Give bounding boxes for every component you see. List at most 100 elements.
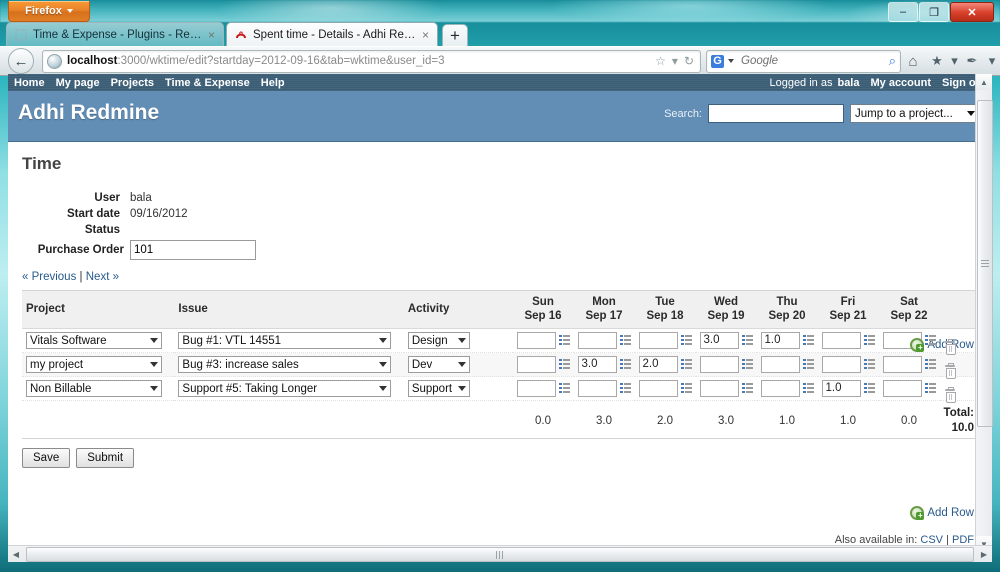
- activity-select[interactable]: Design: [407, 332, 470, 350]
- row-detail-icon[interactable]: [619, 335, 631, 346]
- addons-icon[interactable]: ✒: [960, 53, 984, 69]
- hours-input[interactable]: [516, 356, 556, 374]
- project-select[interactable]: Vitals Software: [26, 332, 162, 350]
- add-row-link-bottom[interactable]: + Add Row: [910, 506, 974, 520]
- hours-input[interactable]: [760, 356, 800, 374]
- project-select[interactable]: my project: [26, 356, 162, 374]
- vertical-scrollbar[interactable]: ▲ ▼: [975, 74, 993, 552]
- hours-input[interactable]: [882, 380, 922, 398]
- search-bar[interactable]: G Google ⌕: [706, 49, 901, 73]
- row-detail-icon[interactable]: [863, 383, 875, 394]
- horizontal-scroll-thumb[interactable]: [26, 547, 974, 562]
- maximize-button[interactable]: ❐: [919, 2, 949, 22]
- hours-input[interactable]: [638, 380, 678, 398]
- top-menu-item-help[interactable]: Help: [261, 77, 285, 89]
- top-menu-item-projects[interactable]: Projects: [111, 77, 154, 89]
- hours-input[interactable]: [516, 380, 556, 398]
- row-detail-icon[interactable]: [619, 383, 631, 394]
- purchase-order-field[interactable]: [130, 240, 256, 260]
- jump-to-project-select[interactable]: Jump to a project...: [850, 104, 980, 123]
- activity-select[interactable]: Support: [407, 380, 470, 398]
- hours-input[interactable]: 3.0: [577, 356, 617, 374]
- top-menu-item-home[interactable]: Home: [14, 77, 45, 89]
- row-detail-icon[interactable]: [619, 359, 631, 370]
- close-button[interactable]: ✕: [950, 2, 994, 22]
- reload-icon[interactable]: ↻: [684, 54, 694, 68]
- chevron-down-icon[interactable]: ▾: [672, 54, 678, 68]
- chevron-down-icon[interactable]: ▾: [949, 53, 960, 69]
- browser-tab-active[interactable]: Spent time - Details - Adhi Redmine ×: [226, 22, 438, 46]
- url-bar[interactable]: localhost:3000/wktime/edit?startday=2012…: [42, 49, 701, 73]
- hours-input[interactable]: 3.0: [699, 332, 739, 350]
- browser-tab-inactive[interactable]: Time & Expense - Plugins - Redmine ×: [6, 22, 224, 46]
- hours-input[interactable]: 1.0: [821, 380, 861, 398]
- back-button[interactable]: ←: [8, 48, 34, 74]
- hours-input[interactable]: [699, 356, 739, 374]
- hours-input[interactable]: [699, 380, 739, 398]
- scroll-left-arrow[interactable]: ◀: [8, 546, 24, 562]
- hours-input[interactable]: 1.0: [760, 332, 800, 350]
- hours-input[interactable]: [577, 332, 617, 350]
- project-select[interactable]: Non Billable: [26, 380, 162, 398]
- new-tab-button[interactable]: +: [442, 24, 468, 47]
- issue-select[interactable]: Bug #3: increase sales: [178, 356, 392, 374]
- row-detail-icon[interactable]: [802, 383, 814, 394]
- minimize-button[interactable]: –: [888, 2, 918, 22]
- scroll-right-arrow[interactable]: ▶: [976, 546, 992, 562]
- row-detail-icon[interactable]: [741, 359, 753, 370]
- search-magnifier-icon[interactable]: ⌕: [889, 53, 896, 69]
- scroll-up-arrow[interactable]: ▲: [976, 74, 992, 90]
- hours-input[interactable]: [821, 356, 861, 374]
- vertical-scroll-track[interactable]: [976, 90, 993, 536]
- bookmarks-icon[interactable]: ★: [925, 53, 949, 69]
- row-detail-icon[interactable]: [924, 359, 936, 370]
- toolbar-overflow-icon[interactable]: ▾: [984, 53, 1000, 69]
- hours-input[interactable]: [760, 380, 800, 398]
- row-detail-icon[interactable]: [680, 383, 692, 394]
- vertical-scroll-thumb[interactable]: [977, 100, 993, 427]
- next-link[interactable]: Next »: [86, 271, 119, 283]
- cell-delete: [939, 352, 978, 379]
- horizontal-scrollbar[interactable]: ◀ ▶: [8, 545, 992, 562]
- firefox-menu-button[interactable]: Firefox: [8, 1, 90, 22]
- row-detail-icon[interactable]: [802, 359, 814, 370]
- form-actions: Save Submit: [22, 447, 978, 468]
- activity-select[interactable]: Dev: [407, 356, 470, 374]
- close-tab-icon[interactable]: ×: [208, 28, 215, 42]
- row-detail-icon[interactable]: [863, 335, 875, 346]
- top-menu-item-my-page[interactable]: My page: [56, 77, 100, 89]
- row-detail-icon[interactable]: [558, 335, 570, 346]
- logged-in-user[interactable]: bala: [837, 77, 859, 89]
- row-detail-icon[interactable]: [680, 335, 692, 346]
- row-detail-icon[interactable]: [558, 359, 570, 370]
- horizontal-scroll-track[interactable]: [24, 546, 976, 562]
- row-detail-icon[interactable]: [741, 383, 753, 394]
- row-detail-icon[interactable]: [802, 335, 814, 346]
- bookmark-star-icon[interactable]: ☆: [655, 54, 666, 68]
- search-input[interactable]: [708, 104, 844, 123]
- hours-input[interactable]: [577, 380, 617, 398]
- hours-input[interactable]: [882, 356, 922, 374]
- home-icon[interactable]: ⌂: [901, 53, 925, 70]
- hours-input[interactable]: [821, 332, 861, 350]
- row-detail-icon[interactable]: [924, 335, 936, 346]
- my-account-link[interactable]: My account: [870, 77, 931, 89]
- search-input[interactable]: Google: [741, 55, 889, 67]
- submit-button[interactable]: Submit: [76, 447, 135, 468]
- row-detail-icon[interactable]: [558, 383, 570, 394]
- row-detail-icon[interactable]: [863, 359, 875, 370]
- close-tab-icon[interactable]: ×: [422, 28, 429, 42]
- row-detail-icon[interactable]: [680, 359, 692, 370]
- issue-select[interactable]: Bug #1: VTL 14551: [178, 332, 392, 350]
- hours-input[interactable]: [638, 332, 678, 350]
- previous-link[interactable]: « Previous: [22, 271, 76, 283]
- issue-select[interactable]: Support #5: Taking Longer: [178, 380, 392, 398]
- hours-input[interactable]: 2.0: [638, 356, 678, 374]
- row-detail-icon[interactable]: [741, 335, 753, 346]
- add-row-link-top[interactable]: + Add Row: [910, 338, 974, 352]
- row-detail-icon[interactable]: [924, 383, 936, 394]
- save-button[interactable]: Save: [22, 447, 71, 468]
- top-menu-item-time-expense[interactable]: Time & Expense: [165, 77, 250, 89]
- hours-input[interactable]: [516, 332, 556, 350]
- chevron-down-icon[interactable]: [728, 59, 734, 63]
